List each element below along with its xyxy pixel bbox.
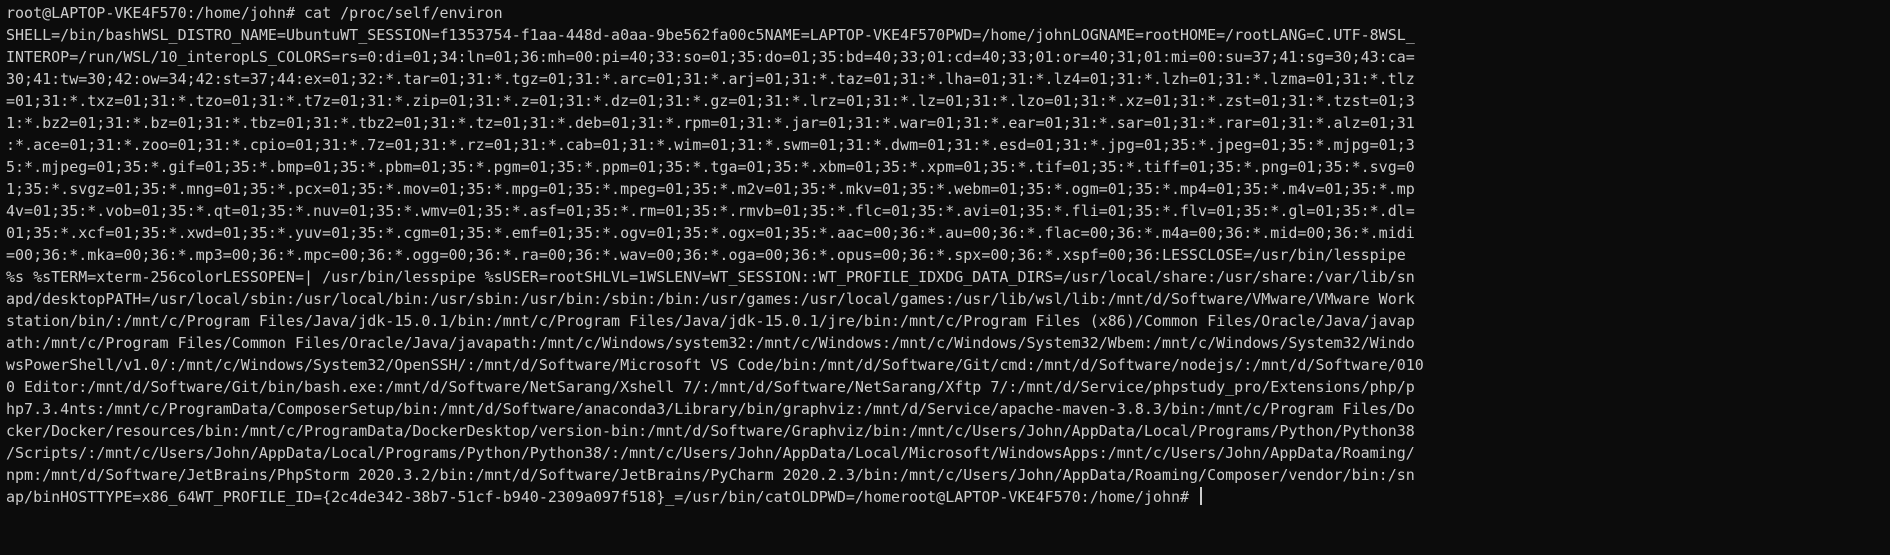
- output-line: 1;35:*.svgz=01;35:*.mng=01;35:*.pcx=01;3…: [6, 178, 1884, 200]
- output-line-text: wsPowerShell/v1.0/:/mnt/c/Windows/System…: [6, 356, 1424, 374]
- output-line-text: /Scripts/:/mnt/c/Users/John/AppData/Loca…: [6, 444, 1415, 462]
- output-line-text: 0 Editor:/mnt/d/Software/Git/bin/bash.ex…: [6, 378, 1415, 396]
- output-line-text: =00;36:*.mka=00;36:*.mp3=00;36:*.mpc=00;…: [6, 246, 1406, 264]
- output-line: wsPowerShell/v1.0/:/mnt/c/Windows/System…: [6, 354, 1884, 376]
- output-line-text: station/bin/:/mnt/c/Program Files/Java/j…: [6, 312, 1415, 330]
- output-line-text: hp7.3.4nts:/mnt/c/ProgramData/ComposerSe…: [6, 400, 1415, 418]
- output-line-text: SHELL=/bin/bashWSL_DISTRO_NAME=UbuntuWT_…: [6, 26, 1415, 44]
- output-line: :*.ace=01;31:*.zoo=01;31:*.cpio=01;31:*.…: [6, 134, 1884, 156]
- output-line: SHELL=/bin/bashWSL_DISTRO_NAME=UbuntuWT_…: [6, 24, 1884, 46]
- output-line: 5:*.mjpeg=01;35:*.gif=01;35:*.bmp=01;35:…: [6, 156, 1884, 178]
- output-line: INTEROP=/run/WSL/10_interopLS_COLORS=rs=…: [6, 46, 1884, 68]
- output-line: cker/Docker/resources/bin:/mnt/c/Program…: [6, 420, 1884, 442]
- output-line: 1:*.bz2=01;31:*.bz=01;31:*.tbz=01;31:*.t…: [6, 112, 1884, 134]
- shell-prompt: root@LAPTOP-VKE4F570:/home/john#: [6, 4, 295, 22]
- output-line-text: npm:/mnt/d/Software/JetBrains/PhpStorm 2…: [6, 466, 1415, 484]
- output-line: 01;35:*.xcf=01;35:*.xwd=01;35:*.yuv=01;3…: [6, 222, 1884, 244]
- output-line: hp7.3.4nts:/mnt/c/ProgramData/ComposerSe…: [6, 398, 1884, 420]
- output-line-text: 1:*.bz2=01;31:*.bz=01;31:*.tbz=01;31:*.t…: [6, 114, 1415, 132]
- output-line-text: 1;35:*.svgz=01;35:*.mng=01;35:*.pcx=01;3…: [6, 180, 1415, 198]
- output-line: %s %sTERM=xterm-256colorLESSOPEN=| /usr/…: [6, 266, 1884, 288]
- output-line-text: INTEROP=/run/WSL/10_interopLS_COLORS=rs=…: [6, 48, 1415, 66]
- text-cursor: [1200, 487, 1203, 505]
- output-line: 4v=01;35:*.vob=01;35:*.qt=01;35:*.nuv=01…: [6, 200, 1884, 222]
- output-line-text: %s %sTERM=xterm-256colorLESSOPEN=| /usr/…: [6, 268, 1415, 286]
- output-line: npm:/mnt/d/Software/JetBrains/PhpStorm 2…: [6, 464, 1884, 486]
- output-line: ap/binHOSTTYPE=x86_64WT_PROFILE_ID={2c4d…: [6, 486, 1884, 508]
- output-line: /Scripts/:/mnt/c/Users/John/AppData/Loca…: [6, 442, 1884, 464]
- command-text: cat /proc/self/environ: [304, 4, 503, 22]
- output-line-text: =01;31:*.txz=01;31:*.tzo=01;31:*.t7z=01;…: [6, 92, 1415, 110]
- output-line: ath:/mnt/c/Program Files/Common Files/Or…: [6, 332, 1884, 354]
- output-line: apd/desktopPATH=/usr/local/sbin:/usr/loc…: [6, 288, 1884, 310]
- output-line: =01;31:*.txz=01;31:*.tzo=01;31:*.t7z=01;…: [6, 90, 1884, 112]
- output-line-text: 30;41:tw=30;42:ow=34;42:st=37;44:ex=01;3…: [6, 70, 1415, 88]
- output-line-text: ap/binHOSTTYPE=x86_64WT_PROFILE_ID={2c4d…: [6, 488, 1190, 506]
- output-line-text: cker/Docker/resources/bin:/mnt/c/Program…: [6, 422, 1415, 440]
- command-line: root@LAPTOP-VKE4F570:/home/john# cat /pr…: [6, 2, 1884, 24]
- command-output: SHELL=/bin/bashWSL_DISTRO_NAME=UbuntuWT_…: [6, 24, 1884, 508]
- output-line-text: 01;35:*.xcf=01;35:*.xwd=01;35:*.yuv=01;3…: [6, 224, 1415, 242]
- output-line-text: 5:*.mjpeg=01;35:*.gif=01;35:*.bmp=01;35:…: [6, 158, 1415, 176]
- output-line-text: :*.ace=01;31:*.zoo=01;31:*.cpio=01;31:*.…: [6, 136, 1415, 154]
- output-line-text: apd/desktopPATH=/usr/local/sbin:/usr/loc…: [6, 290, 1415, 308]
- output-line: =00;36:*.mka=00;36:*.mp3=00;36:*.mpc=00;…: [6, 244, 1884, 266]
- output-line-text: ath:/mnt/c/Program Files/Common Files/Or…: [6, 334, 1415, 352]
- output-line: 30;41:tw=30;42:ow=34;42:st=37;44:ex=01;3…: [6, 68, 1884, 90]
- terminal-window[interactable]: root@LAPTOP-VKE4F570:/home/john# cat /pr…: [0, 0, 1890, 555]
- output-line: station/bin/:/mnt/c/Program Files/Java/j…: [6, 310, 1884, 332]
- output-line: 0 Editor:/mnt/d/Software/Git/bin/bash.ex…: [6, 376, 1884, 398]
- output-line-text: 4v=01;35:*.vob=01;35:*.qt=01;35:*.nuv=01…: [6, 202, 1415, 220]
